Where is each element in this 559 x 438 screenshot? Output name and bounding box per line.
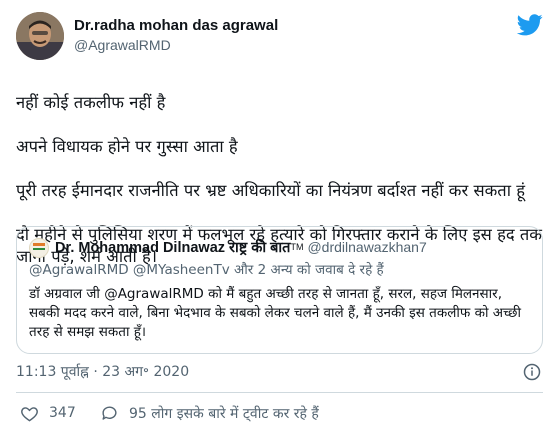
tweet-text-line: पूरी तरह ईमानदार राजनीति पर भ्रष्ट अधिका… <box>16 181 525 200</box>
like-count: 347 <box>49 405 76 421</box>
like-button[interactable]: 347 <box>20 402 76 424</box>
author-display-name[interactable]: Dr.radha mohan das agrawal <box>74 16 278 36</box>
discussion-link[interactable]: 95 लोग इसके बारे में ट्वीट कर रहे हैं <box>100 402 319 424</box>
heart-icon <box>21 406 38 421</box>
quoted-author-avatar <box>29 238 49 258</box>
discussion-count-text: 95 लोग इसके बारे में ट्वीट कर रहे हैं <box>129 405 319 422</box>
twitter-bird-icon[interactable] <box>517 14 543 36</box>
avatar-image <box>16 12 64 60</box>
quoted-author-name: Dr. Mohammad Dilnawaz राष्ट्र की बात <box>55 240 291 256</box>
author-handle[interactable]: @AgrawalRMD <box>74 36 278 55</box>
info-icon[interactable] <box>523 363 541 381</box>
author-avatar[interactable] <box>16 12 64 60</box>
actions-divider <box>16 392 543 393</box>
tweet-text-line: नहीं कोई तकलीफ नहीं है <box>16 93 166 112</box>
quoted-tweet-text: डॉ अग्रवाल जी @AgrawalRMD को मैं बहुत अच… <box>29 286 521 340</box>
tweet-card: Dr.radha mohan das agrawal @AgrawalRMD न… <box>0 0 559 438</box>
quoted-tweet[interactable]: Dr. Mohammad Dilnawaz राष्ट्र की बातTM @d… <box>16 226 543 354</box>
trademark-mark: TM <box>290 242 304 252</box>
quoted-author-handle: @drdilnawazkhan7 <box>307 239 427 255</box>
tweet-timestamp[interactable]: 11:13 पूर्वाह्न · 23 अग॰ 2020 <box>16 362 189 382</box>
quoted-tweet-header: Dr. Mohammad Dilnawaz राष्ट्र की बातTM @d… <box>29 237 530 259</box>
tweet-header: Dr.radha mohan das agrawal @AgrawalRMD <box>16 12 543 62</box>
speech-bubble-icon <box>102 405 117 420</box>
quoted-reply-context: @AgrawalRMD @MYasheenTv और 2 अन्य को जवा… <box>29 262 384 278</box>
author-names: Dr.radha mohan das agrawal @AgrawalRMD <box>74 16 278 55</box>
tweet-text-line: अपने विधायक होने पर गुस्सा आता है <box>16 137 238 156</box>
quoted-author-line: Dr. Mohammad Dilnawaz राष्ट्र की बातTM @d… <box>55 237 427 258</box>
tweet-actions: 347 95 लोग इसके बारे में ट्वीट कर रहे है… <box>16 402 543 424</box>
